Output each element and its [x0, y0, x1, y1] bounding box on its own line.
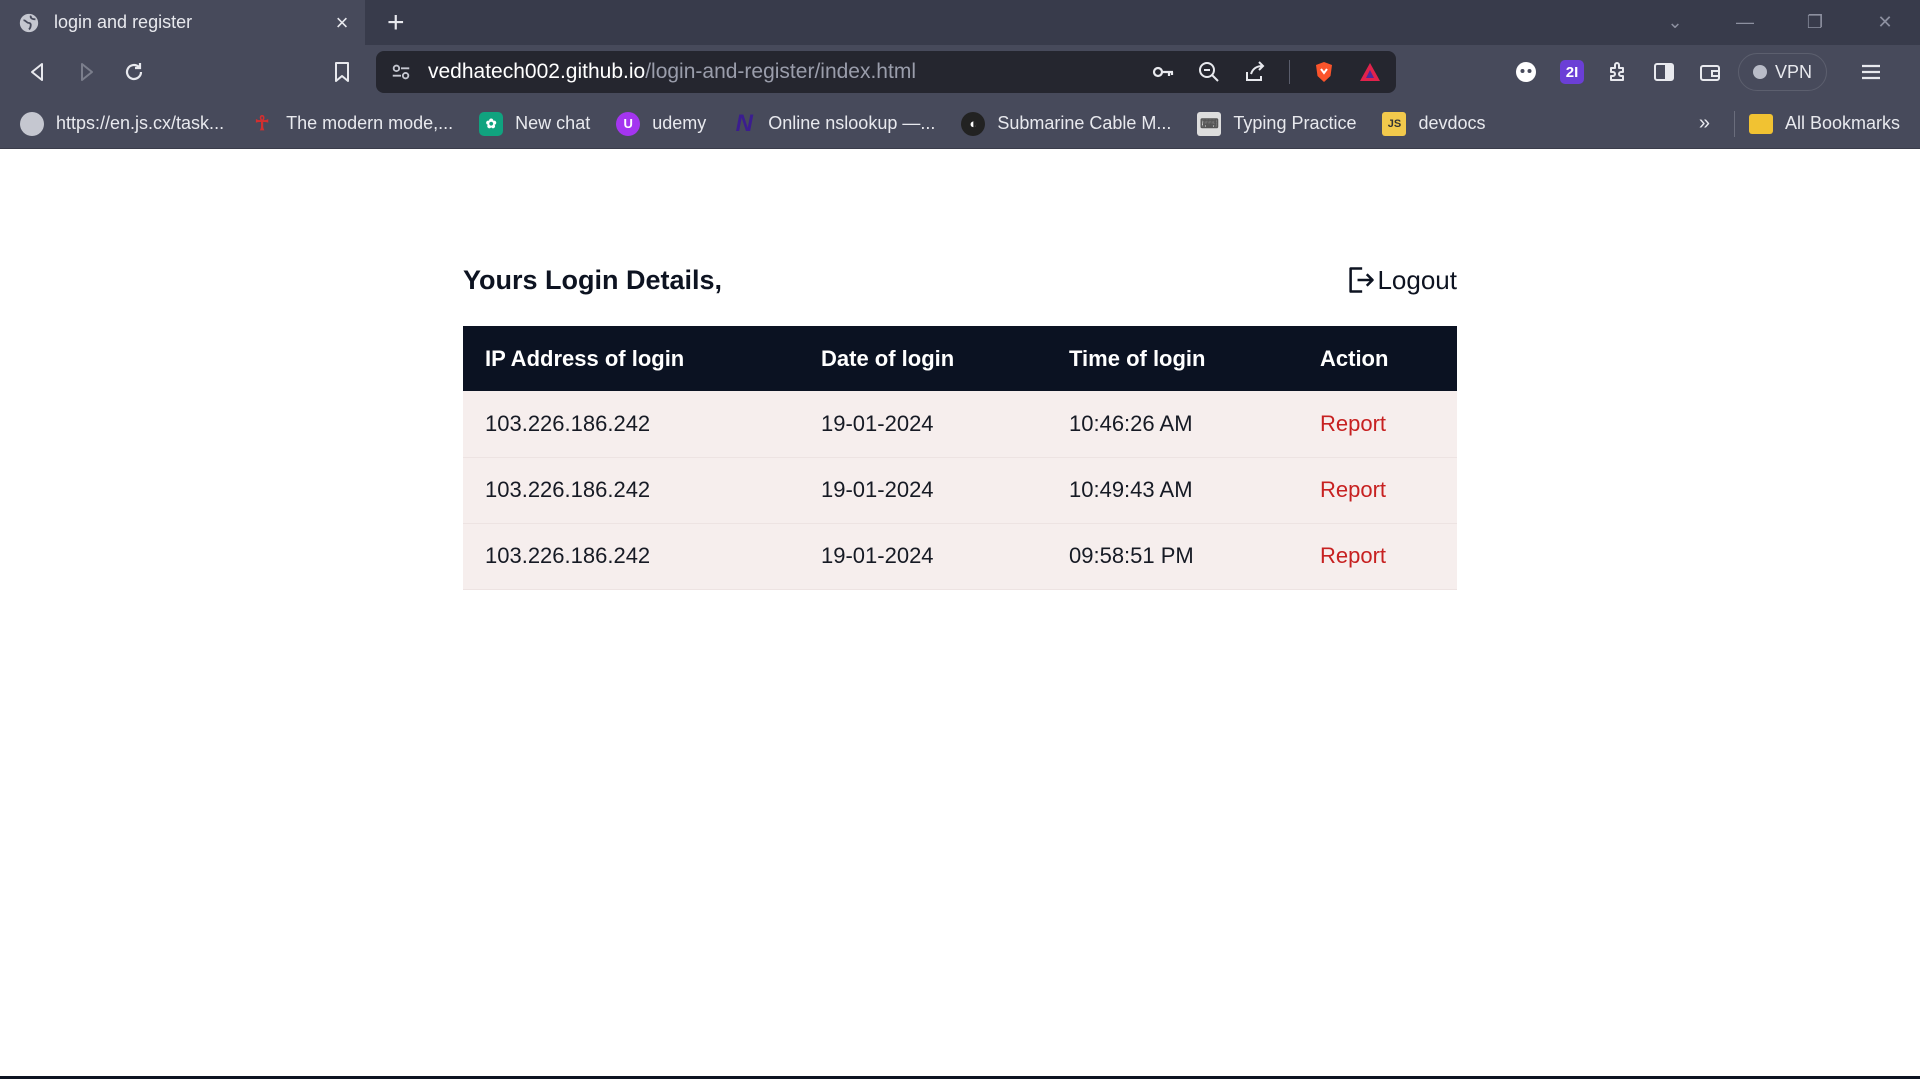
more-bookmarks-button[interactable]: » — [1699, 112, 1710, 135]
browser-tab[interactable]: login and register × — [0, 0, 365, 45]
reload-icon — [125, 63, 143, 81]
window-controls: ⌄ — ❐ ✕ — [1640, 0, 1920, 45]
zoom-icon[interactable] — [1197, 60, 1221, 84]
brave-shields-icon[interactable] — [1312, 60, 1336, 84]
forward-icon — [81, 63, 93, 81]
back-icon — [31, 63, 43, 81]
forward-button[interactable] — [62, 52, 110, 92]
column-header-action: Action — [1320, 345, 1389, 371]
page-title: Yours Login Details, — [463, 264, 723, 295]
extensions-puzzle-icon[interactable] — [1606, 60, 1630, 84]
tab-title: login and register — [54, 12, 193, 32]
time-cell: 10:46:26 AM — [1069, 410, 1193, 436]
bookmark-label: Submarine Cable M... — [997, 113, 1172, 133]
address-separator — [1289, 60, 1290, 84]
url-host: vedhatech002.github.io — [428, 60, 646, 83]
page-bottom-border — [0, 1076, 1920, 1079]
navigation-bar: vedhatech002.github.io/login-and-registe… — [0, 45, 1920, 99]
globe-icon — [20, 111, 44, 136]
login-details-section: Yours Login Details, Logout IP Address o… — [463, 258, 1457, 590]
key-icon[interactable] — [1151, 60, 1175, 84]
bookmark-label: https://en.js.cx/task... — [56, 113, 225, 133]
date-cell: 19-01-2024 — [821, 410, 934, 436]
close-window-icon[interactable]: ✕ — [1850, 12, 1920, 33]
ip-cell: 103.226.186.242 — [485, 477, 651, 502]
page-content: Yours Login Details, Logout IP Address o… — [0, 149, 1920, 1079]
extension-mask-icon[interactable] — [1514, 60, 1538, 84]
bookmark-item[interactable]: N Online nslookup —... — [732, 109, 936, 137]
column-header-date: Date of login — [821, 345, 955, 371]
bookmark-item[interactable]: ✿ New chat — [479, 111, 591, 136]
chatgpt-icon: ✿ — [479, 111, 504, 136]
bookmark-item[interactable]: ◐ Submarine Cable M... — [961, 111, 1172, 136]
keyboard-icon: ⌨ — [1197, 111, 1222, 136]
all-bookmarks-label: All Bookmarks — [1784, 113, 1900, 133]
bookmark-label: devdocs — [1418, 113, 1486, 133]
bookmark-label: Typing Practice — [1233, 113, 1357, 133]
all-bookmarks-button[interactable]: All Bookmarks — [1748, 113, 1900, 134]
bookmark-label: The modern mode,... — [286, 113, 454, 133]
minimize-icon[interactable]: — — [1710, 12, 1780, 33]
table-row: 103.226.186.242 19-01-2024 10:49:43 AM R… — [463, 457, 1457, 523]
logout-icon — [1349, 267, 1375, 293]
column-header-time: Time of login — [1069, 345, 1206, 371]
url-path: /login-and-register/index.html — [645, 60, 916, 83]
ip-cell: 103.226.186.242 — [485, 543, 651, 568]
report-link[interactable]: Report — [1298, 391, 1457, 457]
date-cell: 19-01-2024 — [821, 543, 934, 568]
bookmark-item[interactable]: ☥ The modern mode,... — [250, 112, 454, 136]
close-tab-icon[interactable]: × — [331, 10, 353, 36]
table-row: 103.226.186.242 19-01-2024 10:46:26 AM R… — [463, 391, 1457, 457]
brave-rewards-icon[interactable] — [1358, 60, 1382, 84]
address-bar[interactable]: vedhatech002.github.io/login-and-registe… — [376, 51, 1396, 93]
hamburger-menu-icon — [1862, 64, 1881, 80]
udemy-icon: U — [616, 111, 641, 136]
table-row: 103.226.186.242 19-01-2024 09:58:51 PM R… — [463, 523, 1457, 589]
bookmark-label: Online nslookup —... — [768, 113, 936, 133]
back-button[interactable] — [14, 52, 62, 92]
restore-icon[interactable]: ❐ — [1780, 12, 1850, 33]
heading-row: Yours Login Details, Logout — [463, 258, 1457, 302]
vpn-button[interactable]: VPN — [1738, 53, 1828, 91]
bookmark-label: udemy — [652, 113, 707, 133]
date-cell: 19-01-2024 — [821, 477, 934, 502]
ip-cell: 103.226.186.242 — [485, 410, 651, 436]
menu-button[interactable] — [1847, 52, 1895, 92]
share-icon[interactable] — [1243, 60, 1267, 84]
browser-tab-bar: login and register × + ⌄ — ❐ ✕ — [0, 0, 1920, 45]
tab-list-icon[interactable]: ⌄ — [1640, 12, 1710, 33]
bookmark-item[interactable]: U udemy — [616, 111, 707, 136]
report-link[interactable]: Report — [1298, 457, 1457, 523]
js-person-icon: ☥ — [254, 113, 270, 135]
time-cell: 09:58:51 PM — [1069, 543, 1194, 568]
bookmark-item[interactable]: JS devdocs — [1382, 111, 1486, 136]
sidebar-icon[interactable] — [1652, 60, 1676, 84]
logout-label: Logout — [1377, 264, 1457, 295]
devdocs-icon: JS — [1382, 111, 1407, 136]
table-header-row: IP Address of login Date of login Time o… — [463, 326, 1457, 391]
report-link[interactable]: Report — [1298, 523, 1457, 589]
column-header-ip: IP Address of login — [485, 345, 685, 371]
reload-button[interactable] — [110, 52, 158, 92]
wallet-icon[interactable] — [1698, 60, 1722, 84]
bookmark-label: New chat — [515, 113, 591, 133]
n-icon: N — [735, 109, 753, 137]
site-info-icon[interactable] — [390, 61, 412, 83]
vpn-label: VPN — [1775, 61, 1813, 82]
bookmark-icon — [335, 62, 349, 82]
earth-icon: ◐ — [961, 111, 986, 136]
bookmarks-separator — [1733, 110, 1735, 137]
bookmark-item[interactable]: https://en.js.cx/task... — [20, 111, 225, 136]
extension-2i-icon[interactable]: 2I — [1560, 60, 1584, 84]
logout-button[interactable]: Logout — [1347, 265, 1457, 296]
vpn-status-icon — [1753, 65, 1767, 79]
bookmarks-bar: https://en.js.cx/task... ☥ The modern mo… — [0, 99, 1920, 149]
bookmark-page-button[interactable] — [318, 52, 366, 92]
folder-icon — [1748, 113, 1773, 134]
globe-icon — [19, 13, 39, 32]
new-tab-button[interactable]: + — [387, 0, 405, 45]
time-cell: 10:49:43 AM — [1069, 477, 1193, 502]
bookmark-item[interactable]: ⌨ Typing Practice — [1197, 111, 1357, 136]
login-details-table: IP Address of login Date of login Time o… — [463, 326, 1457, 590]
